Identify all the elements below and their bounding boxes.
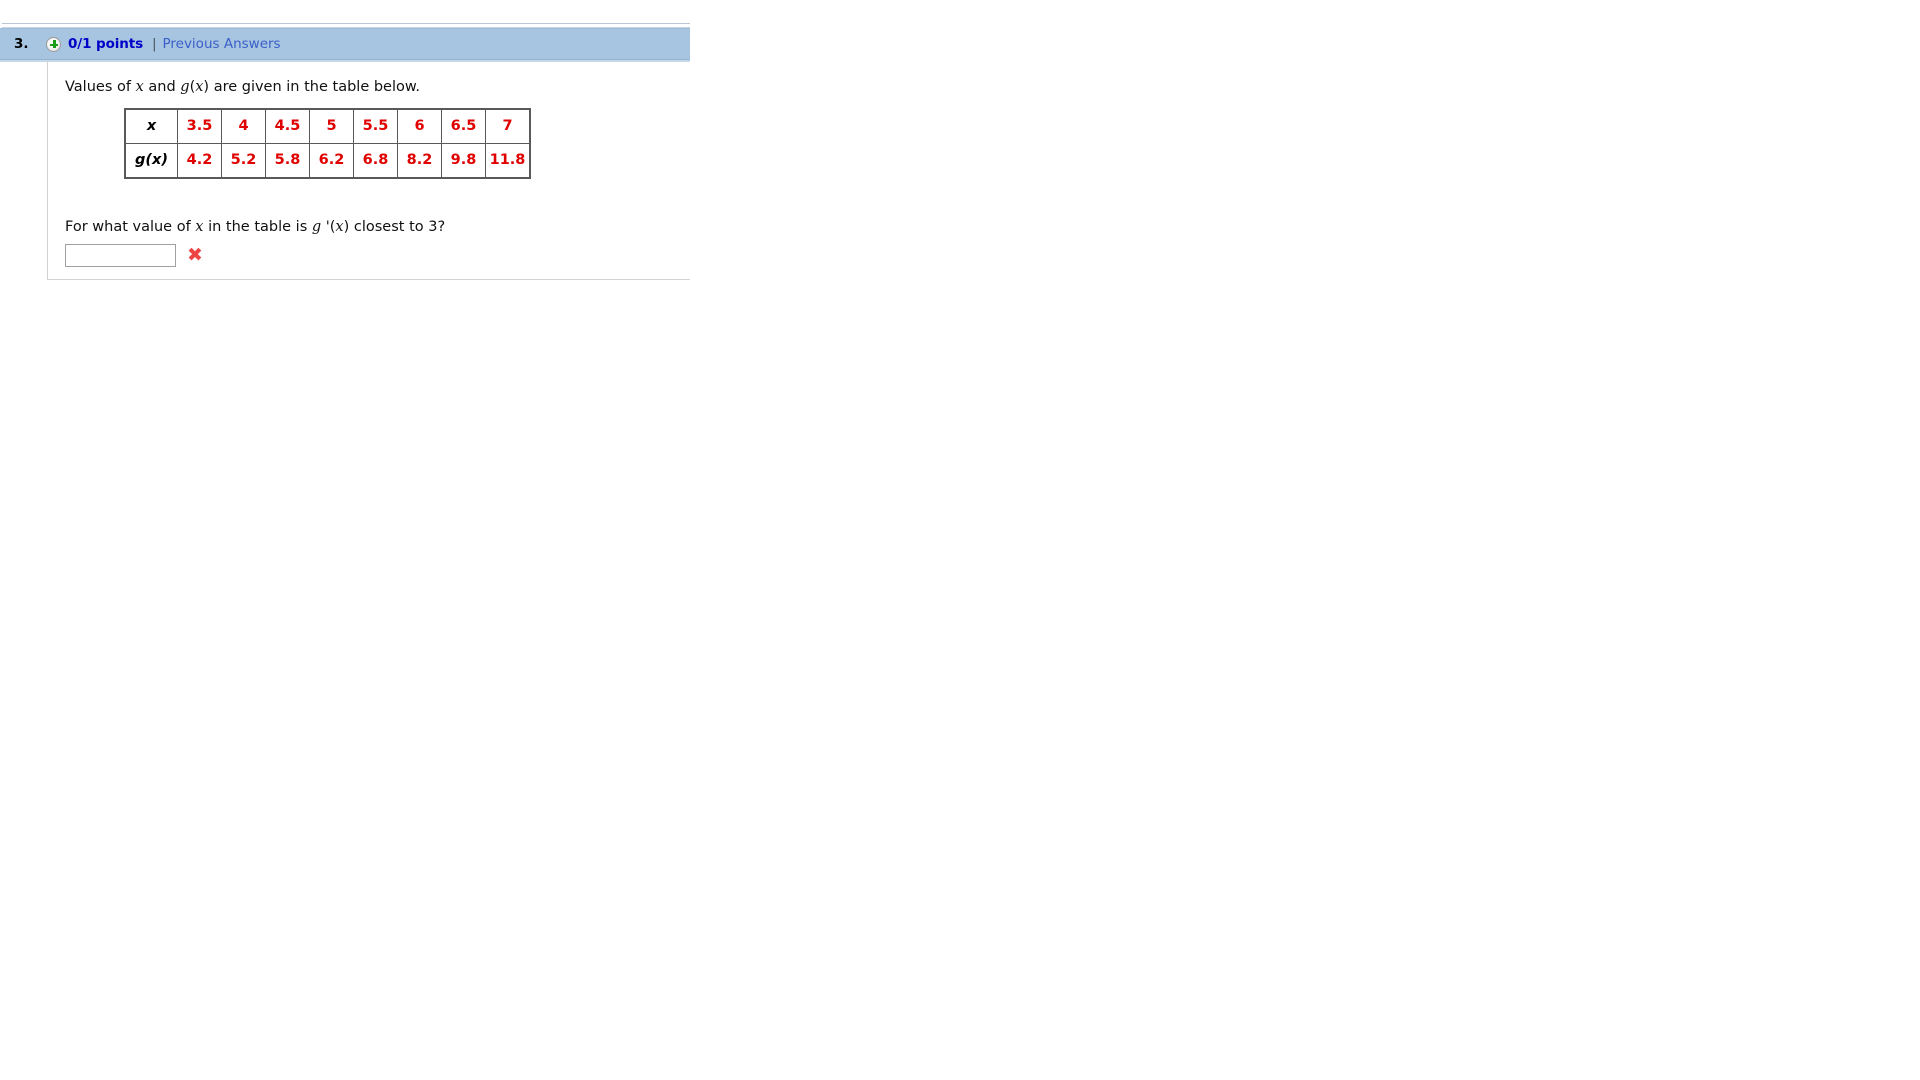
question-body: Values of x and g(x) are given in the ta… [47, 60, 690, 280]
table-row-gx: g(x) 4.2 5.2 5.8 6.2 6.8 8.2 9.8 11.8 [124, 142, 531, 179]
table-row-x: x 3.5 4 4.5 5 5.5 6 6.5 7 [124, 108, 531, 144]
prompt-part-1: Values of [65, 79, 136, 95]
cell-x-5: 6 [397, 108, 442, 144]
cell-gx-4: 6.8 [353, 142, 398, 179]
x-mark-incorrect-icon: ✖ [187, 243, 203, 266]
question-header-bar: 3. 0/1 points | Previous Answers [0, 28, 690, 62]
row-header-x: x [124, 108, 178, 144]
prompt-text: Values of x and g(x) are given in the ta… [48, 60, 690, 97]
cell-x-3: 5 [309, 108, 354, 144]
subq-var-g: g [311, 218, 322, 235]
cell-gx-3: 6.2 [309, 142, 354, 179]
cell-gx-6: 9.8 [441, 142, 486, 179]
subq-part-4: ) closest to 3? [343, 218, 446, 235]
question-number: 3. [14, 36, 29, 52]
prompt-part-4: ) are given in the table below. [203, 79, 421, 95]
separator: | [152, 36, 157, 52]
plus-circle-icon[interactable] [46, 36, 61, 52]
cell-x-1: 4 [221, 108, 266, 144]
prompt-part-2: and [143, 79, 181, 95]
subq-part-1: For what value of [65, 218, 196, 235]
cell-x-6: 6.5 [441, 108, 486, 144]
values-table: x 3.5 4 4.5 5 5.5 6 6.5 7 g(x) 4.2 5.2 5… [124, 107, 531, 179]
subq-part-3: '( [321, 218, 336, 235]
cell-gx-5: 8.2 [397, 142, 442, 179]
answer-row: ✖ [48, 235, 690, 267]
subq-var-x2: x [335, 218, 344, 235]
answer-input[interactable] [65, 243, 176, 267]
prompt-var-g: g [180, 79, 190, 95]
values-table-wrapper: x 3.5 4 4.5 5 5.5 6 6.5 7 g(x) 4.2 5.2 5… [124, 107, 690, 179]
points-label: 0/1 points [68, 36, 144, 52]
row-header-gx: g(x) [124, 142, 178, 179]
subq-part-2: in the table is [203, 218, 312, 235]
previous-answers-link[interactable]: Previous Answers [162, 36, 280, 52]
cell-x-7: 7 [485, 108, 531, 144]
cell-x-0: 3.5 [177, 108, 222, 144]
cell-x-4: 5.5 [353, 108, 398, 144]
prompt-var-x: x [135, 79, 144, 95]
cell-gx-0: 4.2 [177, 142, 222, 179]
cell-gx-7: 11.8 [485, 142, 531, 179]
cell-gx-2: 5.8 [265, 142, 310, 179]
sub-question-text: For what value of x in the table is g '(… [48, 179, 690, 235]
cell-gx-1: 5.2 [221, 142, 266, 179]
question-block: 3. 0/1 points | Previous Answers Values … [0, 0, 690, 280]
cell-x-2: 4.5 [265, 108, 310, 144]
